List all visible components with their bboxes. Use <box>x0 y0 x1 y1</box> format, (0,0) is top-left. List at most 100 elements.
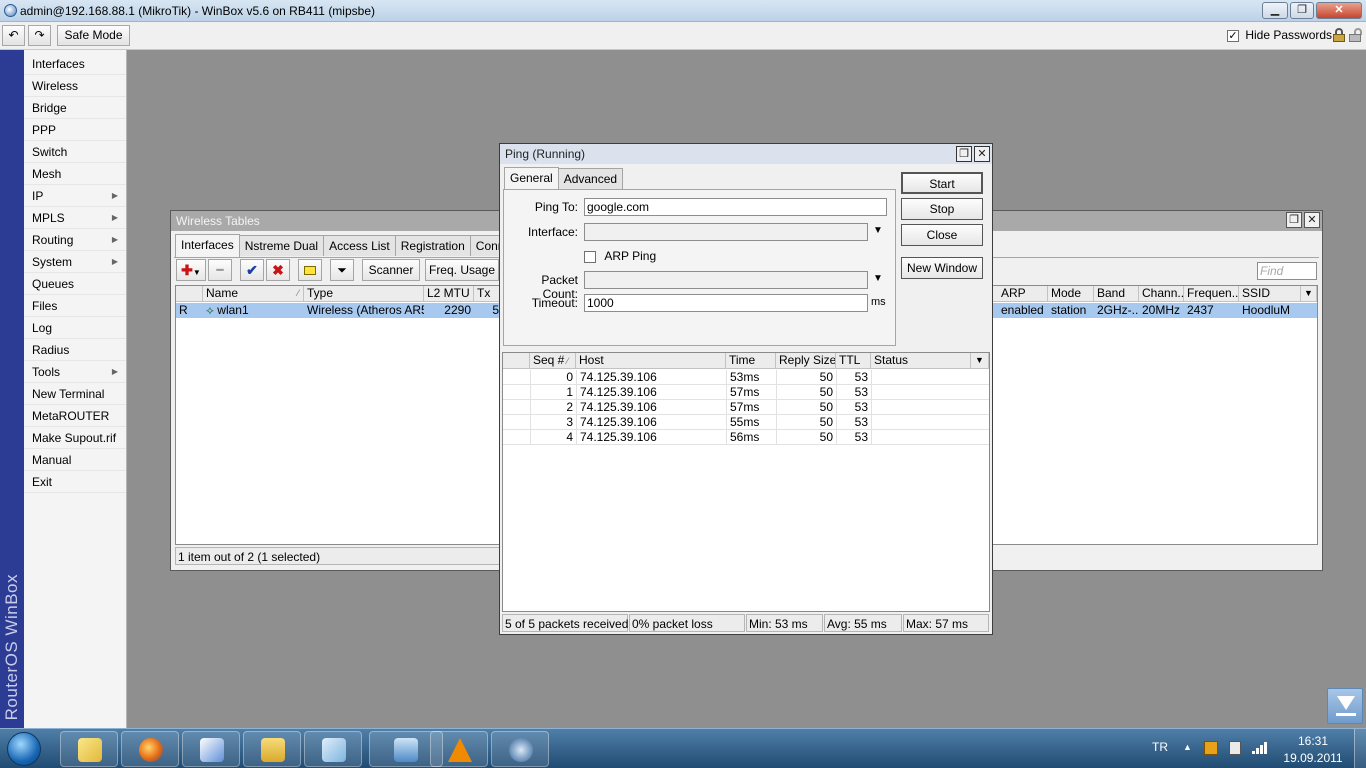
taskbar-app-network[interactable] <box>491 731 549 767</box>
column-type[interactable]: Type <box>304 286 424 302</box>
column-host[interactable]: Host <box>576 353 726 369</box>
comment-button[interactable] <box>298 259 322 281</box>
menu-item-queues[interactable]: Queues <box>24 273 126 295</box>
menu-item-exit[interactable]: Exit <box>24 471 126 493</box>
table-row[interactable]: 1 74.125.39.106 57ms 50 53 <box>503 385 989 400</box>
menu-item-bridge[interactable]: Bridge <box>24 97 126 119</box>
clock-time[interactable]: 16:31 <box>1288 734 1338 748</box>
interface-dropdown-icon[interactable]: ▼ <box>873 225 883 236</box>
column-channel[interactable]: Chann... <box>1139 286 1184 302</box>
show-desktop-button[interactable] <box>1354 729 1366 768</box>
close-button[interactable]: ✕ <box>1316 2 1362 19</box>
arp-ping-toggle[interactable]: ARP Ping <box>584 249 656 263</box>
stop-button[interactable]: Stop <box>901 198 983 220</box>
menu-item-new-terminal[interactable]: New Terminal <box>24 383 126 405</box>
filter-button[interactable]: ⏷ <box>330 259 354 281</box>
tab-access-list[interactable]: Access List <box>323 235 396 256</box>
table-row[interactable]: 0 74.125.39.106 53ms 50 53 <box>503 370 989 385</box>
arp-ping-checkbox[interactable] <box>584 250 596 263</box>
table-row[interactable]: 4 74.125.39.106 56ms 50 53 <box>503 430 989 445</box>
ping-columns-menu-button[interactable]: ▼ <box>971 353 989 369</box>
interface-select[interactable] <box>584 223 868 241</box>
clock-date[interactable]: 19.09.2011 <box>1282 751 1344 765</box>
menu-item-interfaces[interactable]: Interfaces <box>24 53 126 75</box>
taskbar-app-winbox[interactable] <box>182 731 240 767</box>
taskbar-app-firefox[interactable] <box>121 731 179 767</box>
ping-maximize-button[interactable]: ❐ <box>956 146 972 162</box>
column-flag[interactable] <box>503 353 530 369</box>
menu-item-system[interactable]: System ▶ <box>24 251 126 273</box>
column-tx[interactable]: Tx <box>474 286 502 302</box>
signal-strength-icon[interactable] <box>1252 742 1268 754</box>
tab-registration[interactable]: Registration <box>394 235 471 256</box>
packet-count-input[interactable] <box>584 271 868 289</box>
hide-passwords-checkbox[interactable]: ✓ <box>1227 29 1239 42</box>
add-button[interactable]: ✚▼ <box>176 259 206 281</box>
minimize-button[interactable]: ▁ <box>1262 2 1288 19</box>
column-status[interactable]: Status <box>871 353 971 369</box>
menu-item-make-supout-rif[interactable]: Make Supout.rif <box>24 427 126 449</box>
tab-interfaces[interactable]: Interfaces <box>175 234 240 257</box>
menu-item-routing[interactable]: Routing ▶ <box>24 229 126 251</box>
menu-item-ppp[interactable]: PPP <box>24 119 126 141</box>
table-row[interactable]: 2 74.125.39.106 57ms 50 53 <box>503 400 989 415</box>
menu-item-switch[interactable]: Switch <box>24 141 126 163</box>
wireless-maximize-button[interactable]: ❐ <box>1286 212 1302 228</box>
taskbar-app-folder[interactable] <box>243 731 301 767</box>
safe-mode-button[interactable]: Safe Mode <box>57 25 130 46</box>
menu-item-log[interactable]: Log <box>24 317 126 339</box>
columns-menu-button[interactable]: ▼ <box>1301 286 1317 302</box>
column-flag[interactable] <box>176 286 203 302</box>
taskbar-app-vlc[interactable] <box>430 731 488 767</box>
tab-nstreme-dual[interactable]: Nstreme Dual <box>238 235 325 256</box>
scanner-button[interactable]: Scanner <box>362 259 420 281</box>
find-input[interactable]: Find <box>1257 262 1317 280</box>
tab-general[interactable]: General <box>504 167 559 190</box>
column-ttl[interactable]: TTL <box>836 353 871 369</box>
column-name[interactable]: Name ⁄ <box>203 286 304 302</box>
table-row[interactable]: 3 74.125.39.106 55ms 50 53 <box>503 415 989 430</box>
redo-button[interactable]: ↷ <box>28 25 51 46</box>
maximize-button[interactable]: ❐ <box>1290 2 1314 19</box>
menu-item-tools[interactable]: Tools ▶ <box>24 361 126 383</box>
undo-button[interactable]: ↶ <box>2 25 25 46</box>
column-band[interactable]: Band <box>1094 286 1139 302</box>
start-button[interactable] <box>4 731 44 767</box>
column-reply-size[interactable]: Reply Size <box>776 353 836 369</box>
disable-button[interactable]: ✖ <box>266 259 290 281</box>
column-time[interactable]: Time <box>726 353 776 369</box>
packet-count-dropdown-icon[interactable]: ▼ <box>873 273 883 284</box>
column-l2mtu[interactable]: L2 MTU <box>424 286 474 302</box>
timeout-input[interactable]: 1000 <box>584 294 868 312</box>
remove-button[interactable]: ━ <box>208 259 232 281</box>
close-ping-button[interactable]: Close <box>901 224 983 246</box>
tray-shield-icon[interactable] <box>1204 741 1218 755</box>
column-ssid[interactable]: SSID <box>1239 286 1301 302</box>
taskbar-app-notepad[interactable] <box>304 731 362 767</box>
scroll-down-button[interactable] <box>1327 688 1363 724</box>
freq-usage-button[interactable]: Freq. Usage <box>425 259 499 281</box>
input-language[interactable]: TR <box>1152 740 1168 754</box>
column-frequency[interactable]: Frequen... <box>1184 286 1239 302</box>
menu-item-manual[interactable]: Manual <box>24 449 126 471</box>
menu-item-mpls[interactable]: MPLS ▶ <box>24 207 126 229</box>
menu-item-radius[interactable]: Radius <box>24 339 126 361</box>
ping-close-button[interactable]: ✕ <box>974 146 990 162</box>
menu-item-wireless[interactable]: Wireless <box>24 75 126 97</box>
show-hidden-icons-button[interactable]: ▲ <box>1183 742 1192 752</box>
enable-button[interactable]: ✔ <box>240 259 264 281</box>
menu-item-mesh[interactable]: Mesh <box>24 163 126 185</box>
column-arp[interactable]: ARP <box>998 286 1048 302</box>
menu-item-metarouter[interactable]: MetaROUTER <box>24 405 126 427</box>
hide-passwords-toggle[interactable]: ✓ Hide Passwords <box>1227 28 1332 42</box>
menu-item-ip[interactable]: IP ▶ <box>24 185 126 207</box>
tray-device-icon[interactable] <box>1229 741 1241 755</box>
ping-to-input[interactable]: google.com <box>584 198 887 216</box>
new-window-button[interactable]: New Window <box>901 257 983 279</box>
wireless-close-button[interactable]: ✕ <box>1304 212 1320 228</box>
menu-item-files[interactable]: Files <box>24 295 126 317</box>
column-mode[interactable]: Mode <box>1048 286 1094 302</box>
taskbar-app-explorer[interactable] <box>60 731 118 767</box>
column-seq[interactable]: Seq # ⁄ <box>530 353 576 369</box>
start-button[interactable]: Start <box>901 172 983 194</box>
